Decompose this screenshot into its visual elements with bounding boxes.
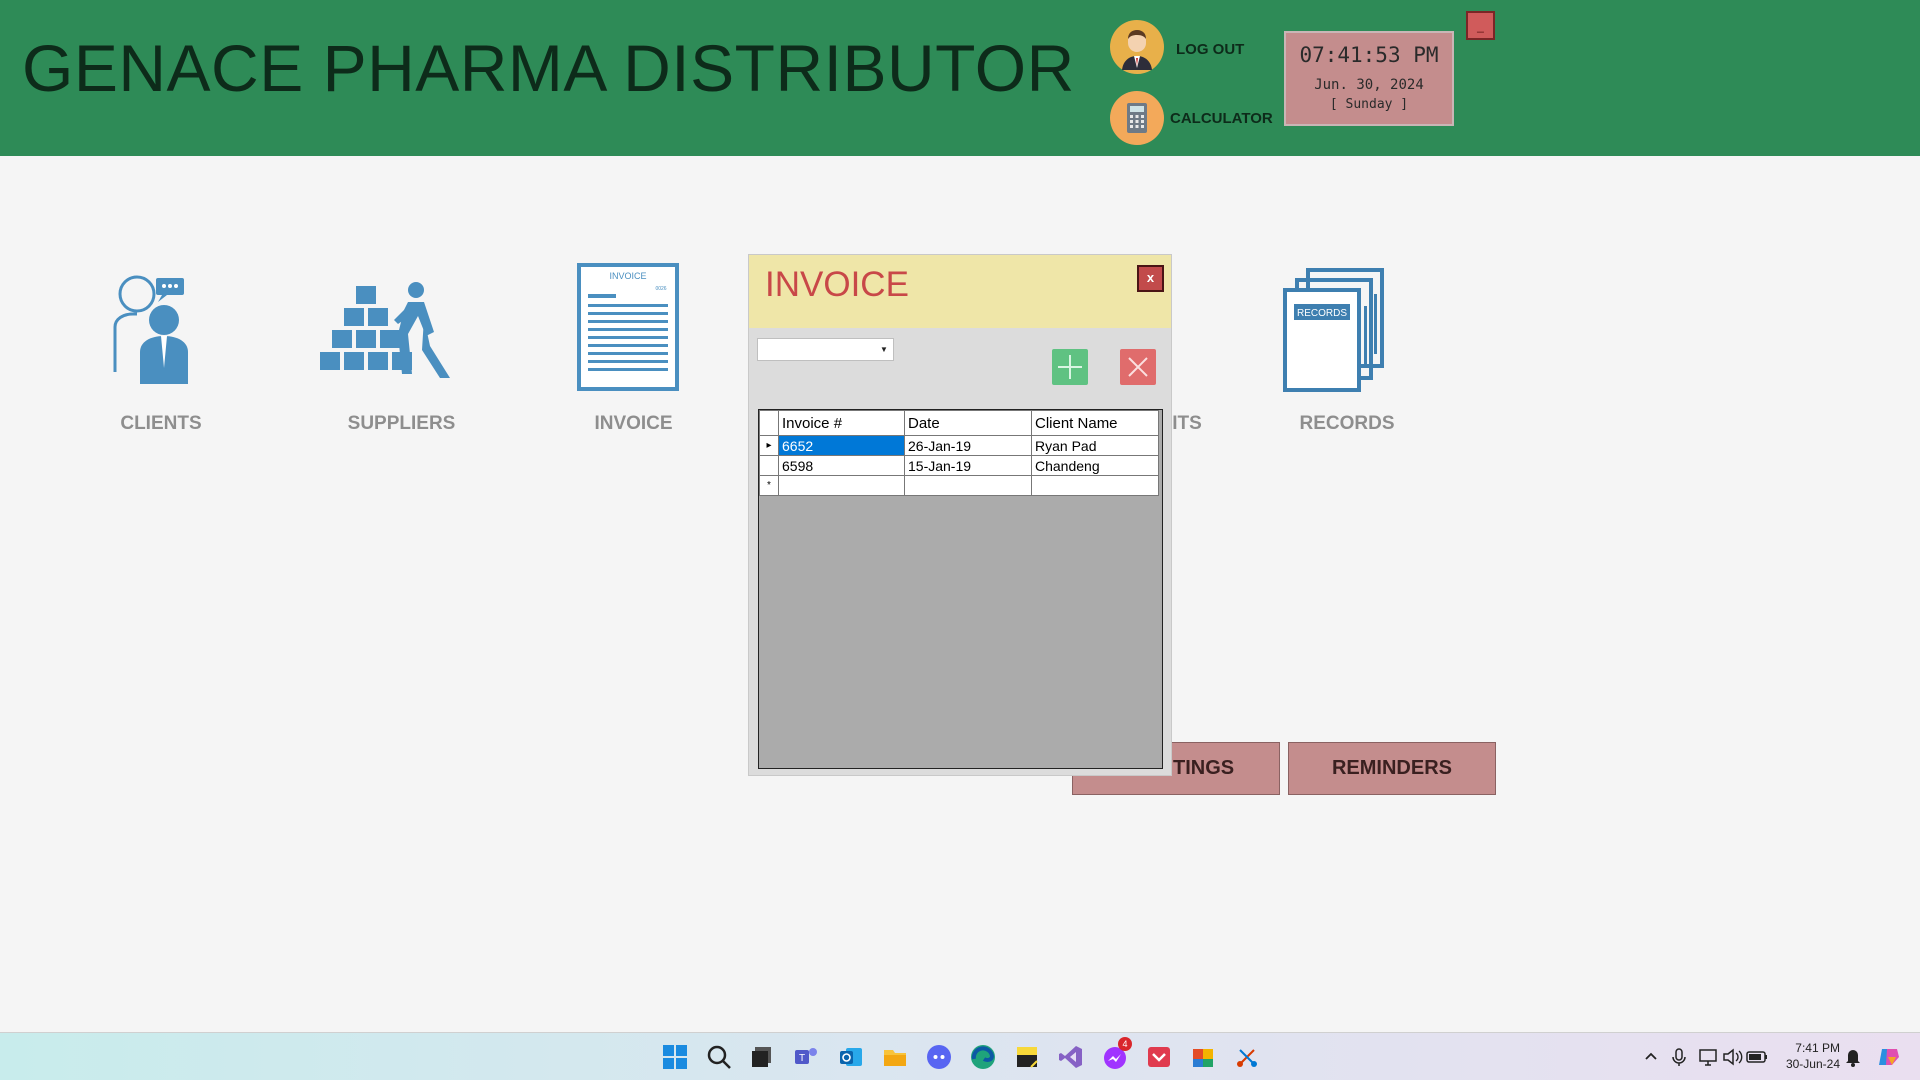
suppliers-icon[interactable]	[316, 278, 464, 388]
invoice-label[interactable]: INVOICE	[584, 413, 683, 435]
table-cell[interactable]: Chandeng	[1031, 455, 1159, 476]
column-header-date[interactable]: Date	[904, 410, 1032, 436]
table-header-row: Invoice # Date Client Name	[759, 410, 1159, 436]
table-row[interactable]: 6598 15-Jan-19 Chandeng	[759, 455, 1159, 476]
minimize-button[interactable]: _	[1466, 11, 1495, 40]
teams-icon[interactable]: T	[793, 1044, 819, 1070]
snipping-tool-icon[interactable]	[1234, 1044, 1260, 1070]
records-icon[interactable]: RECORDS	[1282, 266, 1386, 394]
taskbar: T 4 7:41 PM 30-Jun-24	[0, 1032, 1920, 1080]
table-cell[interactable]: 26-Jan-19	[904, 435, 1032, 456]
suppliers-label[interactable]: SUPPLIERS	[344, 413, 459, 435]
plus-icon	[1058, 355, 1082, 379]
table-cell[interactable]: Ryan Pad	[1031, 435, 1159, 456]
copilot-icon[interactable]	[1876, 1044, 1902, 1070]
header-bar: GENACE PHARMA DISTRIBUTOR LOG OUT CALCUL…	[0, 0, 1920, 156]
notification-bell-icon[interactable]	[1840, 1044, 1866, 1070]
add-invoice-button[interactable]	[1052, 349, 1088, 385]
table-cell[interactable]: 6598	[778, 455, 905, 476]
records-label[interactable]: RECORDS	[1296, 413, 1398, 435]
office-icon[interactable]	[1190, 1044, 1216, 1070]
outlook-icon[interactable]	[838, 1044, 864, 1070]
app-title: GENACE PHARMA DISTRIBUTOR	[22, 31, 1075, 105]
network-icon[interactable]	[1696, 1044, 1722, 1070]
microphone-icon[interactable]	[1666, 1044, 1692, 1070]
logout-link[interactable]: LOG OUT	[1176, 41, 1244, 58]
svg-text:INVOICE: INVOICE	[609, 271, 646, 281]
new-row[interactable]: *	[759, 475, 1159, 496]
dialog-close-button[interactable]: x	[1137, 265, 1164, 292]
sticky-notes-icon[interactable]	[1014, 1044, 1040, 1070]
current-row-indicator: ▸	[759, 435, 779, 456]
svg-text:RECORDS: RECORDS	[1297, 308, 1347, 319]
settings-button-label: TINGS	[1173, 757, 1235, 779]
invoice-dialog: INVOICE x ▼ Invoice # Date Client Name ▸…	[748, 254, 1172, 776]
pocket-icon[interactable]	[1146, 1044, 1172, 1070]
task-view-icon[interactable]	[749, 1044, 775, 1070]
row-header-corner	[759, 410, 779, 436]
avatar-icon[interactable]	[1110, 20, 1164, 74]
clock-day: [ Sunday ]	[1329, 97, 1409, 112]
table-cell[interactable]	[904, 475, 1032, 496]
invoice-filter-dropdown[interactable]: ▼	[757, 338, 894, 361]
delete-invoice-button[interactable]	[1120, 349, 1156, 385]
visual-studio-icon[interactable]	[1058, 1044, 1084, 1070]
calculator-icon[interactable]	[1110, 91, 1164, 145]
calculator-link[interactable]: CALCULATOR	[1170, 110, 1273, 127]
close-icon	[1128, 357, 1148, 377]
clock-date: Jun. 30, 2024	[1314, 77, 1424, 93]
svg-text:T: T	[799, 1053, 805, 1064]
invoice-icon[interactable]: INVOICE 0026	[576, 262, 680, 392]
volume-icon[interactable]	[1720, 1044, 1746, 1070]
clock-time: 07:41:53 PM	[1299, 43, 1439, 67]
messenger-icon[interactable]: 4	[1102, 1037, 1132, 1070]
dialog-header: INVOICE x	[749, 255, 1171, 328]
battery-icon[interactable]	[1744, 1044, 1770, 1070]
column-header-client[interactable]: Client Name	[1031, 410, 1159, 436]
new-row-indicator: *	[759, 475, 779, 496]
payments-label-partial[interactable]: ITS	[1172, 413, 1202, 435]
edge-icon[interactable]	[970, 1044, 996, 1070]
clock-panel: 07:41:53 PM Jun. 30, 2024 [ Sunday ]	[1284, 31, 1454, 126]
start-icon[interactable]	[662, 1044, 688, 1070]
clients-label[interactable]: CLIENTS	[110, 413, 212, 435]
chevron-up-icon[interactable]	[1638, 1044, 1664, 1070]
taskbar-date: 30-Jun-24	[1785, 1057, 1840, 1071]
table-row[interactable]: ▸ 6652 26-Jan-19 Ryan Pad	[759, 435, 1159, 456]
table-cell[interactable]: 6652	[778, 435, 905, 456]
discord-icon[interactable]	[926, 1044, 952, 1070]
column-header-invoice[interactable]: Invoice #	[778, 410, 905, 436]
search-icon[interactable]	[706, 1044, 732, 1070]
chevron-down-icon[interactable]: ▼	[877, 341, 891, 358]
clients-icon[interactable]	[110, 272, 200, 387]
reminders-button[interactable]: REMINDERS	[1288, 742, 1496, 795]
table-cell[interactable]: 15-Jan-19	[904, 455, 1032, 476]
file-explorer-icon[interactable]	[882, 1044, 908, 1070]
messenger-badge: 4	[1118, 1037, 1132, 1051]
invoice-table[interactable]: Invoice # Date Client Name ▸ 6652 26-Jan…	[758, 409, 1163, 769]
table-cell[interactable]	[778, 475, 905, 496]
taskbar-time: 7:41 PM	[1795, 1041, 1840, 1055]
taskbar-clock[interactable]: 7:41 PM 30-Jun-24	[1774, 1041, 1840, 1071]
table-cell[interactable]	[1031, 475, 1159, 496]
row-header	[759, 455, 779, 476]
svg-text:0026: 0026	[655, 286, 666, 292]
dialog-title: INVOICE	[765, 265, 909, 304]
